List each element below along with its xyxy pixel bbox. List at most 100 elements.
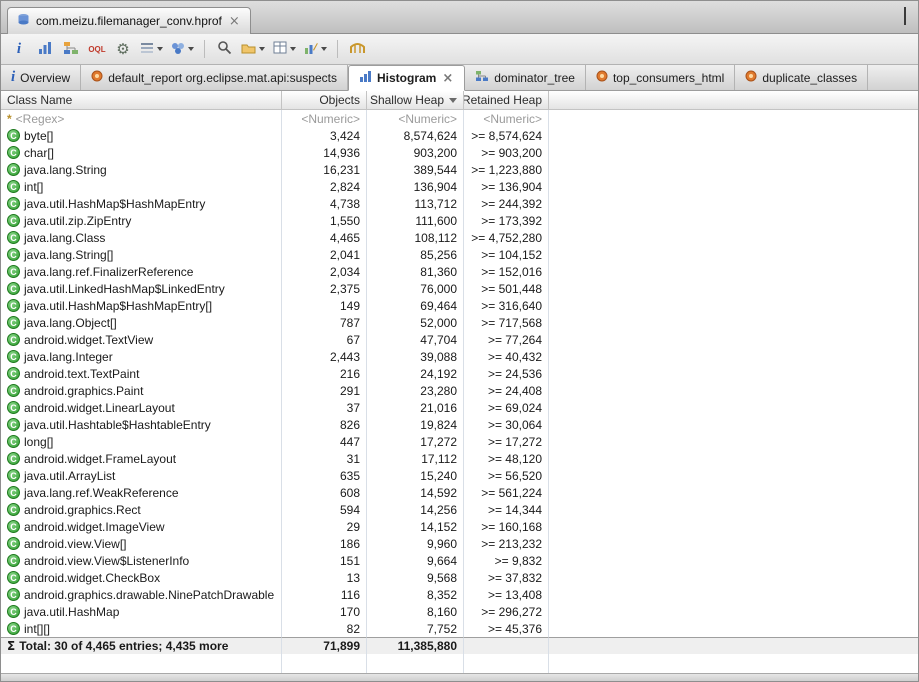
class-name-cell: C android.widget.LinearLayout <box>1 399 282 416</box>
table-row[interactable]: C java.util.zip.ZipEntry 1,550 111,600 >… <box>1 212 918 229</box>
column-header-class-name[interactable]: Class Name <box>1 91 282 110</box>
table-row[interactable]: C java.util.Hashtable$HashtableEntry 826… <box>1 416 918 433</box>
dropdown-arrow-icon <box>321 47 327 51</box>
tab-histogram[interactable]: Histogram × <box>348 65 465 91</box>
search-button[interactable] <box>212 37 236 61</box>
dropdown-arrow-icon <box>157 47 163 51</box>
regex-filter-field[interactable]: *<Regex> <box>1 110 282 127</box>
class-name: java.util.zip.ZipEntry <box>24 214 131 228</box>
retained-heap-cell: >= 40,432 <box>464 348 549 365</box>
table-menu-button[interactable] <box>270 37 299 61</box>
table-row[interactable]: C java.util.HashMap$HashMapEntry 4,738 1… <box>1 195 918 212</box>
retained-heap-cell: >= 24,536 <box>464 365 549 382</box>
table-row[interactable]: C long[] 447 17,272 >= 17,272 <box>1 433 918 450</box>
table-row[interactable]: C java.lang.Class 4,465 108,112 >= 4,752… <box>1 229 918 246</box>
shallow-heap-cell: 9,664 <box>367 552 464 569</box>
histogram-button[interactable] <box>33 37 57 61</box>
table-row[interactable]: C android.view.View$ListenerInfo 151 9,6… <box>1 552 918 569</box>
package-menu-button[interactable] <box>238 37 268 61</box>
tab-default-report[interactable]: default_report org.eclipse.mat.api:suspe… <box>81 65 348 90</box>
shallow-heap-cell: 14,256 <box>367 501 464 518</box>
class-name-cell: C android.widget.FrameLayout <box>1 450 282 467</box>
table-row[interactable]: C java.lang.Integer 2,443 39,088 >= 40,4… <box>1 348 918 365</box>
table-row[interactable]: C int[][] 82 7,752 >= 45,376 <box>1 620 918 637</box>
table-row[interactable]: C java.util.HashMap$HashMapEntry[] 149 6… <box>1 297 918 314</box>
retained-heap-cell: >= 244,392 <box>464 195 549 212</box>
numeric-filter-retained[interactable]: <Numeric> <box>464 110 549 127</box>
tab-dominator-tree[interactable]: dominator_tree <box>465 65 586 90</box>
sort-descending-icon <box>449 98 457 103</box>
objects-cell: 13 <box>282 569 367 586</box>
class-icon: C <box>7 554 20 567</box>
tab-overview[interactable]: i Overview <box>1 65 81 90</box>
class-name-cell: C android.view.View[] <box>1 535 282 552</box>
editor-tab-hprof[interactable]: com.meizu.filemanager_conv.hprof × <box>7 7 251 34</box>
table-row[interactable]: C char[] 14,936 903,200 >= 903,200 <box>1 144 918 161</box>
maximize-button[interactable] <box>904 10 906 24</box>
class-name: android.text.TextPaint <box>24 367 139 381</box>
compare-button[interactable] <box>345 37 369 61</box>
numeric-filter-shallow[interactable]: <Numeric> <box>367 110 464 127</box>
class-name: android.view.View$ListenerInfo <box>24 554 189 568</box>
table-row[interactable]: C android.view.View[] 186 9,960 >= 213,2… <box>1 535 918 552</box>
query-browser-menu-button[interactable] <box>137 37 166 61</box>
column-header-objects[interactable]: Objects <box>282 91 367 110</box>
class-icon: C <box>7 214 20 227</box>
table-row[interactable]: C java.lang.String 16,231 389,544 >= 1,2… <box>1 161 918 178</box>
table-row[interactable]: C java.util.ArrayList 635 15,240 >= 56,5… <box>1 467 918 484</box>
table-row[interactable]: C android.widget.TextView 67 47,704 >= 7… <box>1 331 918 348</box>
folder-icon <box>241 42 256 57</box>
numeric-filter-objects[interactable]: <Numeric> <box>282 110 367 127</box>
tab-top-consumers[interactable]: top_consumers_html <box>586 65 735 90</box>
class-name-cell: C java.lang.String <box>1 161 282 178</box>
class-name-cell: C java.util.HashMap$HashMapEntry[] <box>1 297 282 314</box>
class-name-cell: C android.view.View$ListenerInfo <box>1 552 282 569</box>
shallow-heap-cell: 136,904 <box>367 178 464 195</box>
shallow-heap-cell: 69,464 <box>367 297 464 314</box>
shallow-heap-cell: 52,000 <box>367 314 464 331</box>
table-row[interactable]: C android.text.TextPaint 216 24,192 >= 2… <box>1 365 918 382</box>
tab-duplicate-classes[interactable]: duplicate_classes <box>735 65 868 90</box>
window-controls <box>888 10 906 24</box>
table-row[interactable]: C java.util.LinkedHashMap$LinkedEntry 2,… <box>1 280 918 297</box>
column-header-shallow-heap[interactable]: Shallow Heap <box>367 91 464 110</box>
tab-close-icon[interactable]: × <box>441 72 454 85</box>
shallow-heap-cell: 389,544 <box>367 161 464 178</box>
table-row[interactable]: C int[] 2,824 136,904 >= 136,904 <box>1 178 918 195</box>
class-name: java.util.HashMap <box>24 605 119 619</box>
class-icon: C <box>7 622 20 635</box>
shallow-heap-cell: 9,960 <box>367 535 464 552</box>
objects-cell: 594 <box>282 501 367 518</box>
shallow-heap-cell: 7,752 <box>367 620 464 637</box>
table-row[interactable]: C java.lang.ref.WeakReference 608 14,592… <box>1 484 918 501</box>
export-menu-button[interactable] <box>301 37 330 61</box>
table-row[interactable]: C android.widget.ImageView 29 14,152 >= … <box>1 518 918 535</box>
table-row[interactable]: C java.lang.String[] 2,041 85,256 >= 104… <box>1 246 918 263</box>
objects-cell: 4,738 <box>282 195 367 212</box>
table-row[interactable]: C android.graphics.Rect 594 14,256 >= 14… <box>1 501 918 518</box>
info-button[interactable]: i <box>7 37 31 61</box>
shallow-heap-cell: 81,360 <box>367 263 464 280</box>
objects-cell: 16,231 <box>282 161 367 178</box>
table-row[interactable]: C byte[] 3,424 8,574,624 >= 8,574,624 <box>1 127 918 144</box>
retained-heap-cell: >= 9,832 <box>464 552 549 569</box>
heap-menu-button[interactable] <box>168 37 197 61</box>
table-row[interactable]: C android.widget.LinearLayout 37 21,016 … <box>1 399 918 416</box>
dominator-tree-button[interactable] <box>59 37 83 61</box>
oql-button[interactable]: OQL <box>85 37 109 61</box>
editor-tab-close-icon[interactable]: × <box>228 15 241 28</box>
table-row[interactable]: C java.lang.Object[] 787 52,000 >= 717,5… <box>1 314 918 331</box>
table-row[interactable]: C java.lang.ref.FinalizerReference 2,034… <box>1 263 918 280</box>
tab-label: default_report org.eclipse.mat.api:suspe… <box>108 71 337 85</box>
objects-cell: 635 <box>282 467 367 484</box>
settings-button[interactable]: ⚙ <box>111 37 135 61</box>
table-row[interactable]: C android.widget.CheckBox 13 9,568 >= 37… <box>1 569 918 586</box>
class-name-cell: C int[][] <box>1 620 282 637</box>
column-header-retained-heap[interactable]: Retained Heap <box>464 91 549 110</box>
shallow-heap-cell: 85,256 <box>367 246 464 263</box>
table-row[interactable]: C java.util.HashMap 170 8,160 >= 296,272 <box>1 603 918 620</box>
table-row[interactable]: C android.graphics.Paint 291 23,280 >= 2… <box>1 382 918 399</box>
table-row[interactable]: C android.graphics.drawable.NinePatchDra… <box>1 586 918 603</box>
table-row[interactable]: C android.widget.FrameLayout 31 17,112 >… <box>1 450 918 467</box>
retained-heap-cell: >= 717,568 <box>464 314 549 331</box>
